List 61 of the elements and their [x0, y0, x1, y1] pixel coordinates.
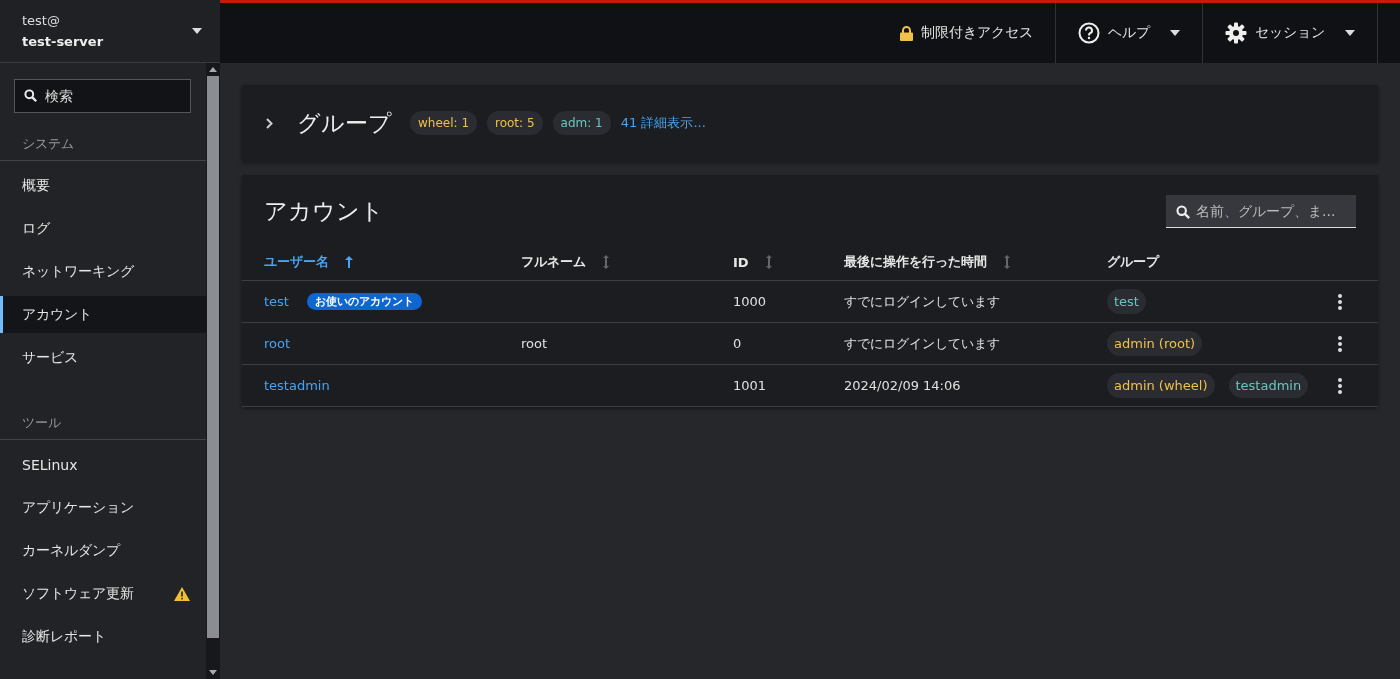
group-chip: testadmin: [1228, 373, 1309, 398]
group-chip: test: [1107, 289, 1146, 314]
table-cell: 1001: [733, 378, 767, 393]
settings-icon: [1225, 22, 1247, 44]
group-chip: root: 5: [487, 111, 543, 135]
host-user: test@: [22, 13, 61, 28]
caret-icon: [1170, 30, 1180, 36]
column-header: グループ: [1107, 253, 1159, 271]
scrollbar[interactable]: [206, 63, 220, 679]
username-link[interactable]: testadmin: [264, 378, 330, 393]
table-cell: 0: [733, 336, 742, 351]
scroll-down-icon[interactable]: [209, 670, 217, 675]
column-header[interactable]: 最後に操作を行った時間: [844, 253, 987, 271]
search-icon: [1176, 205, 1190, 219]
scroll-up-icon[interactable]: [209, 67, 217, 72]
group-chip: admin (root): [1107, 331, 1203, 356]
table-cell: root: [521, 336, 548, 351]
host-name: test-server: [22, 34, 104, 49]
accounts-title: アカウント: [264, 197, 384, 226]
session-menu[interactable]: セッション: [1202, 3, 1378, 63]
restricted-access-button[interactable]: 制限付きアクセス: [878, 3, 1055, 63]
caret-icon: [1345, 30, 1355, 36]
sort-icon[interactable]: [764, 255, 773, 269]
groups-title: グループ: [297, 108, 392, 138]
group-chip: adm: 1: [552, 111, 611, 135]
username-link[interactable]: test: [264, 294, 289, 309]
kebab-menu-icon[interactable]: [1338, 377, 1342, 394]
column-header[interactable]: ID: [733, 254, 749, 270]
column-header[interactable]: ユーザー名: [264, 253, 329, 271]
kebab-menu-icon[interactable]: [1338, 335, 1342, 352]
nav-item[interactable]: SELinux: [0, 446, 206, 483]
help-menu[interactable]: ヘルプ: [1055, 3, 1202, 63]
show-more-link[interactable]: 41 詳細表示...: [620, 114, 706, 132]
column-header[interactable]: フルネーム: [521, 253, 586, 271]
nav-item[interactable]: 概要: [0, 167, 206, 204]
nav-item[interactable]: アカウント: [0, 296, 206, 333]
sort-arrow-icon[interactable]: [345, 256, 353, 268]
current-account-label: お使いのアカウント: [306, 293, 422, 310]
table-cell: すでにログインしています: [844, 292, 1000, 311]
username-link[interactable]: root: [264, 336, 291, 351]
table-cell: 2024/02/09 14:06: [844, 378, 961, 393]
chevron-icon[interactable]: [266, 117, 273, 129]
nav-item[interactable]: カーネルダンプ: [0, 532, 206, 569]
group-chip: wheel: 1: [410, 111, 477, 135]
nav-item[interactable]: 診断レポート: [0, 618, 206, 655]
sort-icon[interactable]: [602, 255, 610, 269]
nav-item[interactable]: ソフトウェア更新: [0, 575, 206, 612]
table-cell: すでにログインしています: [844, 334, 1000, 353]
search-icon: [24, 89, 37, 102]
group-chip: admin (wheel): [1107, 373, 1215, 398]
caret-icon: [192, 28, 202, 34]
table-cell: 1000: [733, 294, 767, 309]
nav-item[interactable]: アプリケーション: [0, 489, 206, 526]
sort-icon[interactable]: [1003, 255, 1011, 269]
nav-item[interactable]: サービス: [0, 339, 206, 376]
help-icon: [1078, 22, 1100, 44]
lock-icon: [900, 25, 913, 41]
search-field[interactable]: 検索: [14, 79, 191, 113]
nav-item[interactable]: ネットワーキング: [0, 253, 206, 290]
kebab-menu-icon[interactable]: [1338, 293, 1342, 310]
nav-item[interactable]: ログ: [0, 210, 206, 247]
